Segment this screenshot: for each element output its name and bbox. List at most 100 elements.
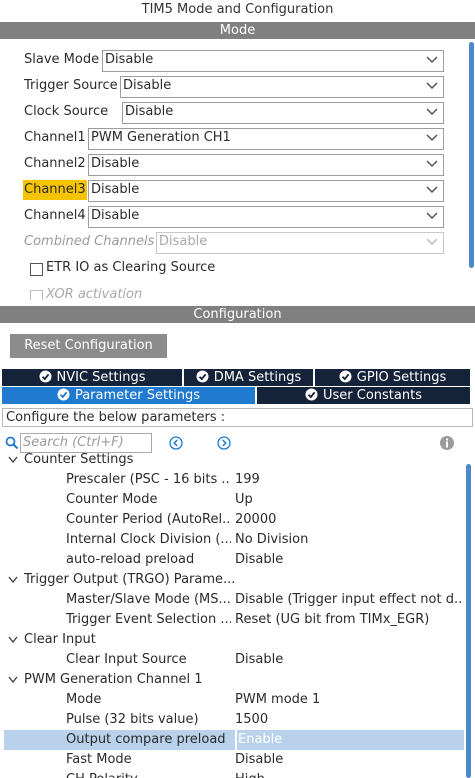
slave-mode-label: Slave Mode <box>24 52 100 67</box>
check-circle-icon <box>57 388 70 401</box>
check-circle-icon <box>196 370 209 383</box>
configuration-section-header[interactable]: Configuration <box>0 306 475 323</box>
chevron-down-icon <box>426 212 438 220</box>
param-value: 1500 <box>235 712 269 727</box>
chevron-down-icon <box>426 238 438 246</box>
chevron-down-icon[interactable] <box>8 576 18 584</box>
channel2-label: Channel2 <box>24 156 86 171</box>
table-row[interactable]: Trigger Event Selection ... Reset (UG bi… <box>0 610 470 630</box>
param-value: High <box>235 770 461 778</box>
table-row[interactable]: Prescaler (PSC - 16 bits ... 199 <box>0 470 470 490</box>
clock-source-value: Disable <box>125 104 174 119</box>
combined-channels-label: Combined Channels <box>24 234 155 249</box>
param-label: Pulse (32 bits value) <box>66 712 199 727</box>
slave-mode-select[interactable]: Disable <box>102 50 444 72</box>
tab-gpio-settings[interactable]: GPIO Settings <box>315 369 470 386</box>
channel1-select[interactable]: PWM Generation CH1 <box>88 128 444 150</box>
search-icon <box>5 436 19 450</box>
mode-scrollbar[interactable] <box>469 42 474 268</box>
chevron-down-icon <box>426 134 438 142</box>
tab-user-constants[interactable]: User Constants <box>257 387 470 404</box>
table-row-selected[interactable]: Output compare preload Enable <box>4 730 464 750</box>
group-clear-input[interactable]: Clear Input <box>0 630 470 650</box>
channel2-select[interactable]: Disable <box>88 154 444 176</box>
param-value: Disable (Trigger input effect not d... <box>235 592 461 607</box>
tab-label: NVIC Settings <box>56 370 146 385</box>
param-value: Reset (UG bit from TIMx_EGR) <box>235 612 430 627</box>
table-row[interactable]: CH Polarity High <box>0 770 470 778</box>
chevron-down-icon <box>426 56 438 64</box>
arrow-left-circle-icon[interactable] <box>169 436 183 450</box>
param-label: auto-reload preload <box>66 552 195 567</box>
etr-clearing-label: ETR IO as Clearing Source <box>46 260 216 275</box>
group-trigger-output[interactable]: Trigger Output (TRGO) Parame... <box>0 570 470 590</box>
table-row[interactable]: Master/Slave Mode (MS... Disable (Trigge… <box>0 590 470 610</box>
xor-activation-checkbox[interactable] <box>30 290 43 300</box>
param-value: Up <box>235 492 253 507</box>
param-label: Output compare preload <box>66 732 226 747</box>
chevron-down-icon <box>426 82 438 90</box>
channel1-label: Channel1 <box>24 130 86 145</box>
info-icon[interactable] <box>439 435 455 451</box>
tab-label: DMA Settings <box>213 370 302 385</box>
chevron-down-icon[interactable] <box>8 676 18 684</box>
search-input[interactable]: Search (Ctrl+F) <box>20 433 152 453</box>
tab-dma-settings[interactable]: DMA Settings <box>184 369 313 386</box>
channel2-value: Disable <box>91 156 140 171</box>
trigger-source-select[interactable]: Disable <box>120 76 444 98</box>
clock-source-label: Clock Source <box>24 104 109 119</box>
etr-clearing-checkbox[interactable] <box>30 263 43 276</box>
table-row[interactable]: Fast Mode Disable <box>0 750 470 770</box>
tab-label: Parameter Settings <box>74 388 201 403</box>
param-label: Trigger Event Selection ... <box>66 612 231 627</box>
param-value: PWM mode 1 <box>235 692 321 707</box>
parameter-tree: Counter Settings Prescaler (PSC - 16 bit… <box>0 452 475 778</box>
trigger-source-value: Disable <box>123 78 172 93</box>
channel3-select[interactable]: Disable <box>88 180 444 202</box>
xor-activation-label: XOR activation <box>46 287 143 300</box>
param-value: Disable <box>235 752 284 767</box>
param-label: Counter Period (AutoRel... <box>66 512 231 527</box>
table-row[interactable]: Pulse (32 bits value) 1500 <box>0 710 470 730</box>
param-label: CH Polarity <box>66 770 231 778</box>
channel3-value: Disable <box>91 182 140 197</box>
check-circle-icon <box>39 370 51 383</box>
check-circle-icon <box>339 370 352 383</box>
tab-label: User Constants <box>323 388 422 403</box>
table-row[interactable]: Clear Input Source Disable <box>0 650 470 670</box>
group-label: Clear Input <box>24 632 96 647</box>
combined-channels-select[interactable]: Disable <box>156 232 444 254</box>
parameter-scrollbar[interactable] <box>466 464 471 778</box>
channel1-value: PWM Generation CH1 <box>91 130 231 145</box>
param-value[interactable]: Enable <box>238 730 464 750</box>
table-row[interactable]: Counter Mode Up <box>0 490 470 510</box>
param-value: No Division <box>235 532 309 547</box>
clock-source-select[interactable]: Disable <box>122 102 444 124</box>
group-counter-settings[interactable]: Counter Settings <box>0 452 470 470</box>
table-row[interactable]: Counter Period (AutoRel... 20000 <box>0 510 470 530</box>
group-label: PWM Generation Channel 1 <box>24 672 203 687</box>
table-row[interactable]: Internal Clock Division (... No Division <box>0 530 470 550</box>
window-title: TIM5 Mode and Configuration <box>0 0 475 22</box>
table-row[interactable]: Mode PWM mode 1 <box>0 690 470 710</box>
group-pwm-channel1[interactable]: PWM Generation Channel 1 <box>0 670 470 690</box>
channel3-label: Channel3 <box>23 180 87 200</box>
tab-parameter-settings[interactable]: Parameter Settings <box>2 387 255 404</box>
chevron-down-icon[interactable] <box>8 636 18 644</box>
channel4-select[interactable]: Disable <box>88 206 444 228</box>
tab-label: GPIO Settings <box>356 370 447 385</box>
group-label: Counter Settings <box>24 452 134 467</box>
channel4-label: Channel4 <box>24 208 86 223</box>
channel4-value: Disable <box>91 208 140 223</box>
param-label: Counter Mode <box>66 492 158 507</box>
mode-panel: Slave Mode Disable Trigger Source Disabl… <box>0 40 475 300</box>
tab-nvic-settings[interactable]: NVIC Settings <box>2 369 182 386</box>
chevron-down-icon[interactable] <box>8 456 18 464</box>
slave-mode-value: Disable <box>105 52 154 67</box>
mode-section-header[interactable]: Mode <box>0 22 475 39</box>
table-row[interactable]: auto-reload preload Disable <box>0 550 470 570</box>
param-value: Disable <box>235 552 284 567</box>
arrow-right-circle-icon[interactable] <box>217 436 231 450</box>
reset-configuration-button[interactable]: Reset Configuration <box>10 334 167 358</box>
param-value: 20000 <box>235 512 277 527</box>
